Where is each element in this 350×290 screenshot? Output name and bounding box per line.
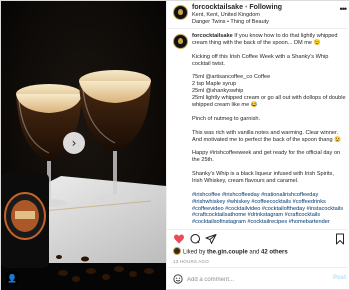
header-line: forcocktailsake • Following (192, 4, 337, 12)
post-comment-button[interactable]: Post (333, 275, 346, 281)
ingredient-line: 2 tsp Maple syrup (192, 81, 237, 88)
action-bar (167, 229, 350, 247)
likes-and: and (247, 249, 262, 256)
ingredient-line: 75ml @artisancoffee_co Coffee (192, 74, 271, 81)
header-text: forcocktailsake • Following Kent, Kent, … (192, 4, 337, 25)
tagged-users-button[interactable]: 👤 (5, 271, 19, 285)
user-tag-icon: 👤 (7, 273, 17, 283)
comment-input[interactable] (187, 274, 317, 285)
next-slide-button[interactable]: › (63, 132, 85, 154)
share-icon[interactable] (205, 233, 217, 245)
caption-paragraph: Kicking off this Irish Coffee Week with … (192, 53, 329, 67)
heart-icon[interactable] (173, 233, 185, 245)
post-timestamp[interactable]: 13 HOURS AGO (173, 259, 209, 264)
caption-paragraph: Shanky's Whip is a black liqueur infused… (192, 171, 334, 184)
following-button[interactable]: Following (249, 4, 282, 11)
author-username[interactable]: forcocktailsake (192, 4, 243, 11)
caption-avatar[interactable] (173, 34, 188, 49)
liker-avatar (173, 247, 181, 255)
comment-icon[interactable] (189, 233, 201, 245)
post-side-panel: forcocktailsake • Following Kent, Kent, … (166, 1, 350, 290)
emoji-icon[interactable] (173, 274, 183, 284)
liqueur-bottle (1, 173, 49, 268)
caption-text: forcocktailsake If you know how to do th… (192, 33, 346, 226)
ingredient-line: 25ml lightly whipped cream or go all out… (192, 95, 346, 109)
post-audio[interactable]: Danger Twins • Thing of Beauty (192, 19, 337, 26)
header-separator: • (244, 4, 248, 11)
caption-paragraph: This was rich with vanilla notes and war… (192, 129, 342, 143)
bookmark-icon[interactable] (334, 233, 346, 245)
post-header: forcocktailsake • Following Kent, Kent, … (167, 1, 350, 29)
likes-prefix: Liked by (183, 249, 208, 256)
caption-paragraph: Pinch of nutmeg to garnish. (192, 115, 261, 122)
author-avatar[interactable] (173, 5, 188, 20)
ingredient-list: 75ml @artisancoffee_co Coffee 2 tsp Mapl… (192, 74, 346, 109)
caption-username[interactable]: forcocktailsake (192, 33, 233, 39)
ingredient-line: 25ml @shankyswhip (192, 88, 244, 95)
likes-others[interactable]: 42 others (261, 250, 288, 256)
more-options-button[interactable]: ••• (340, 4, 348, 14)
instagram-post-dialog: › 👤 forcocktailsake • Following Kent, Ke… (0, 0, 350, 290)
chevron-right-icon: › (71, 136, 77, 150)
post-media[interactable]: › 👤 (1, 1, 166, 290)
comment-bar: Post (167, 267, 350, 290)
caption-hashtags[interactable]: #irishcoffee #irishcoffeeday #nationalir… (192, 192, 346, 227)
caption-paragraph: Happy #irishcoffeeweek and get ready for… (192, 150, 341, 164)
caption-area: forcocktailsake If you know how to do th… (167, 29, 350, 229)
likes-summary[interactable]: Liked by the.gin.couple and 42 others (173, 247, 348, 257)
liker-username[interactable]: the.gin.couple (207, 250, 248, 256)
